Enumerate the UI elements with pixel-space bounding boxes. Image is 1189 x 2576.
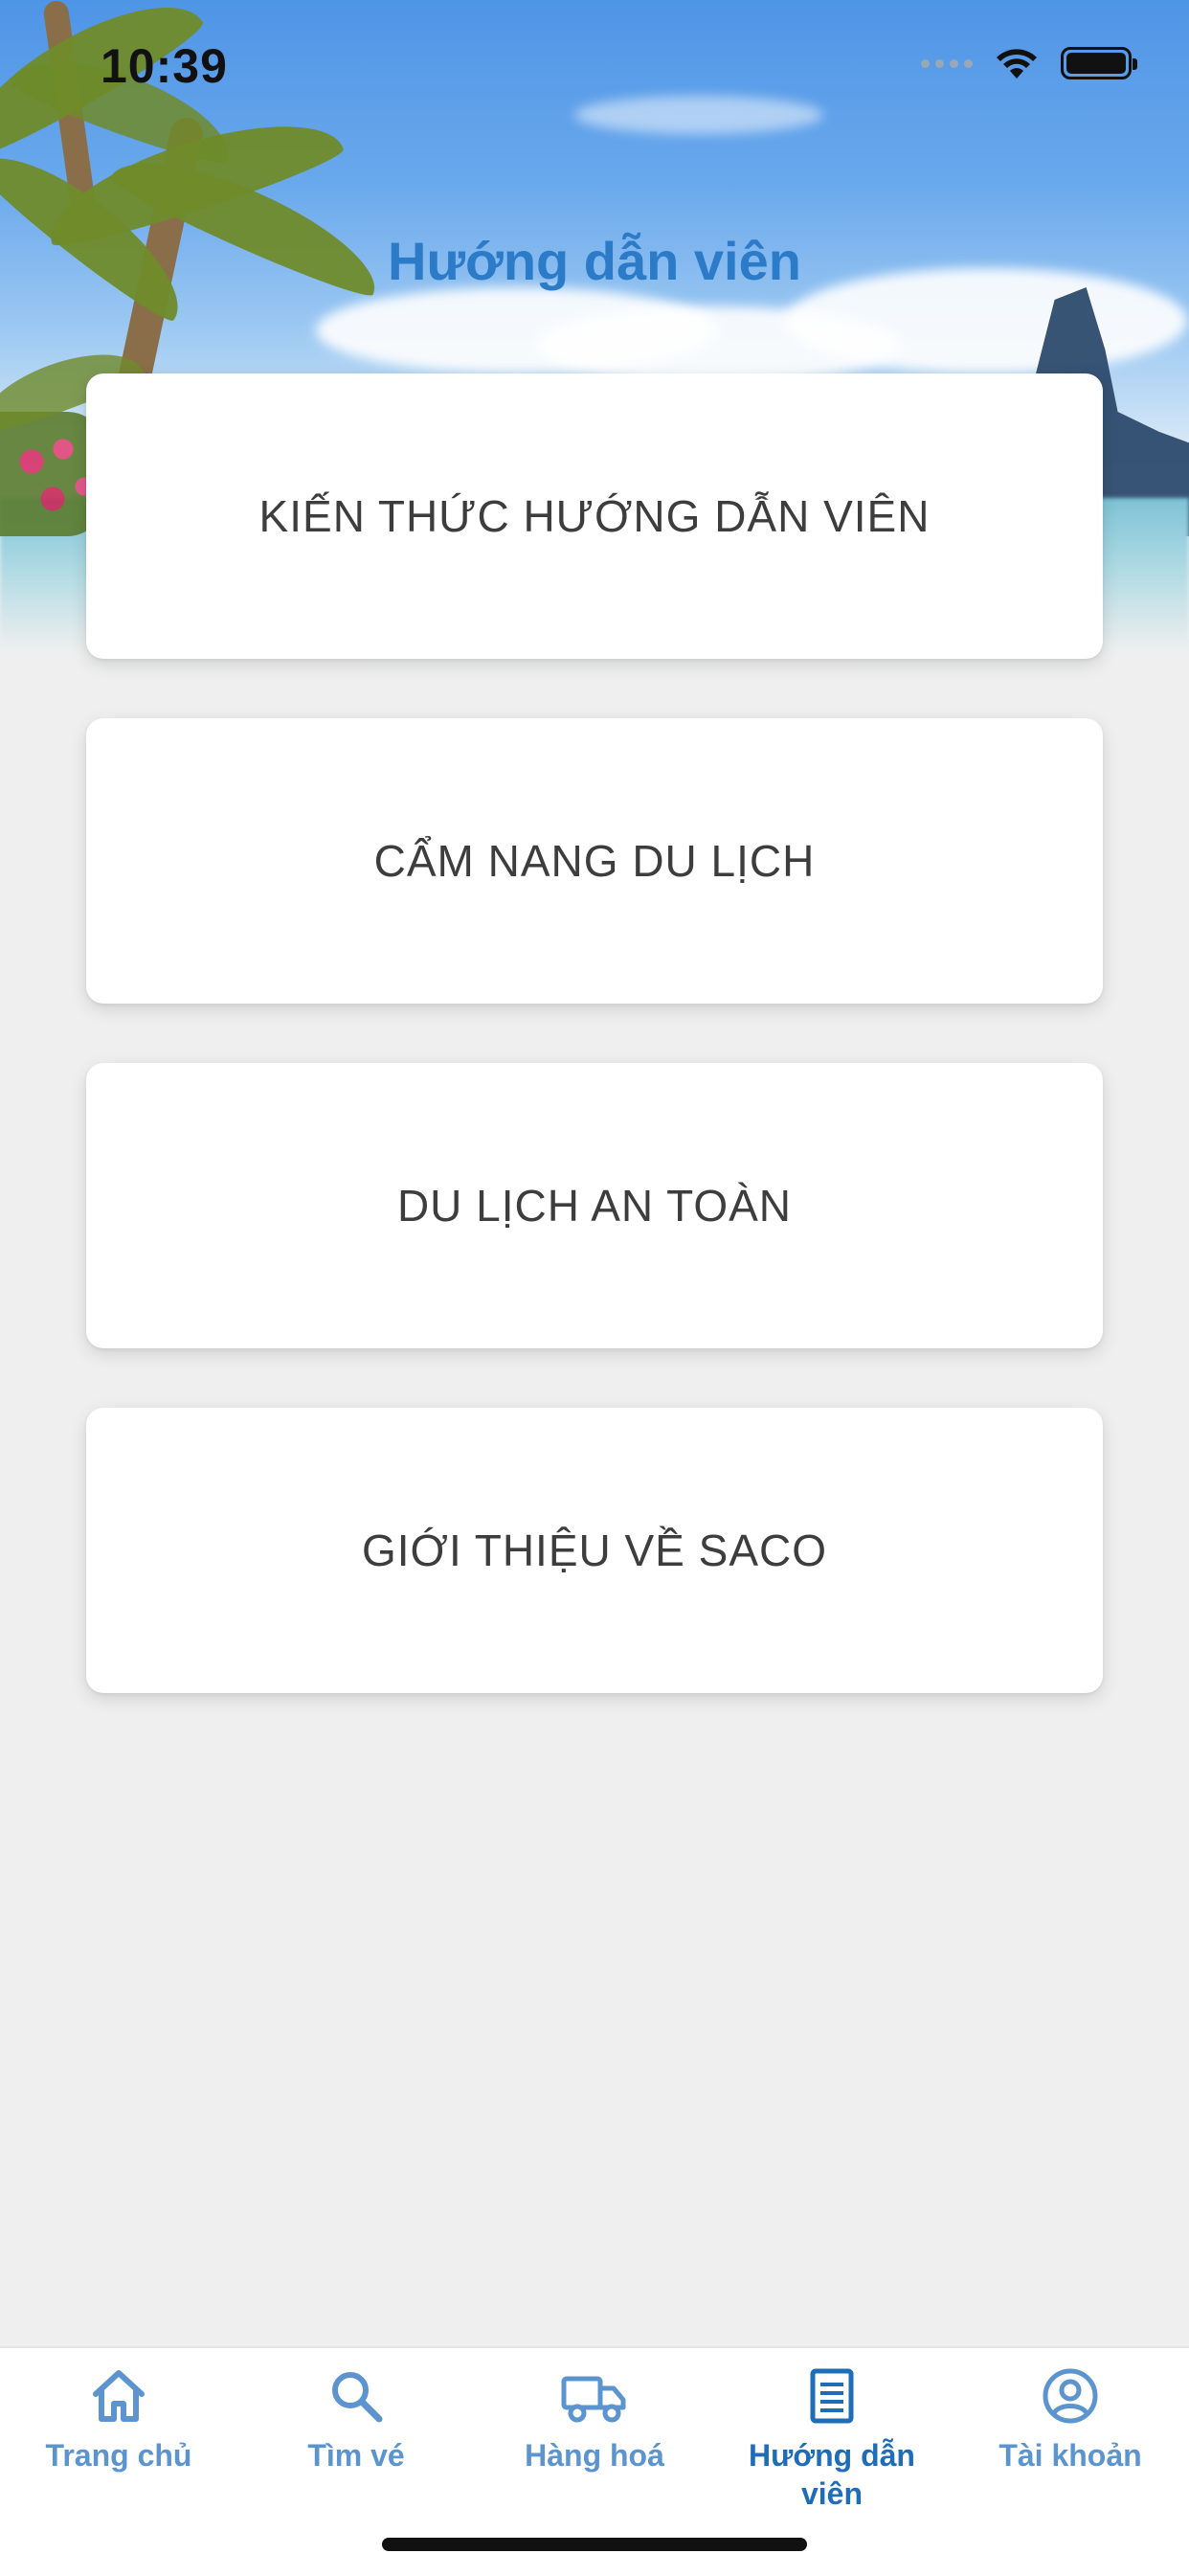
menu-card-label: DU LỊCH AN TOÀN [396, 1181, 793, 1231]
page-title: Hướng dẫn viên [388, 231, 801, 291]
guide-menu-list: KIẾN THỨC HƯỚNG DẪN VIÊN CẨM NANG DU LỊC… [86, 373, 1103, 1752]
menu-card-label: GIỚI THIỆU VỀ SACO [361, 1525, 828, 1575]
search-icon [332, 2372, 383, 2423]
wifi-icon [997, 49, 1037, 79]
menu-card-about-saco[interactable]: GIỚI THIỆU VỀ SACO [86, 1408, 1103, 1693]
tab-home[interactable]: Trang chủ [0, 2348, 237, 2474]
tab-label: Trang chủ [45, 2438, 192, 2473]
menu-card-guide-knowledge[interactable]: KIẾN THỨC HƯỚNG DẪN VIÊN [86, 373, 1103, 659]
menu-card-label: CẨM NANG DU LỊCH [373, 836, 816, 886]
status-icons [921, 46, 1137, 80]
tab-tour-guide[interactable]: Hướng dẫn viên [713, 2348, 951, 2513]
tab-goods[interactable]: Hàng hoá [476, 2348, 713, 2474]
battery-icon [1061, 47, 1137, 79]
home-indicator [382, 2538, 807, 2551]
menu-card-travel-handbook[interactable]: CẨM NANG DU LỊCH [86, 718, 1103, 1004]
menu-card-label: KIẾN THỨC HƯỚNG DẪN VIÊN [258, 491, 931, 541]
home-icon [93, 2370, 145, 2422]
tab-label: Tìm vé [307, 2438, 405, 2473]
cellular-signal-icon [921, 58, 973, 68]
document-icon [810, 2368, 854, 2424]
tab-label: Hướng dẫn viên [749, 2438, 915, 2511]
tab-label: Hàng hoá [525, 2438, 664, 2473]
tab-search-tickets[interactable]: Tìm vé [237, 2348, 475, 2474]
account-icon [1043, 2368, 1098, 2424]
tab-account[interactable]: Tài khoản [952, 2348, 1189, 2474]
menu-card-safe-travel[interactable]: DU LỊCH AN TOÀN [86, 1063, 1103, 1348]
status-time: 10:39 [101, 39, 228, 93]
tab-label: Tài khoản [998, 2438, 1142, 2473]
truck-icon [561, 2376, 626, 2423]
